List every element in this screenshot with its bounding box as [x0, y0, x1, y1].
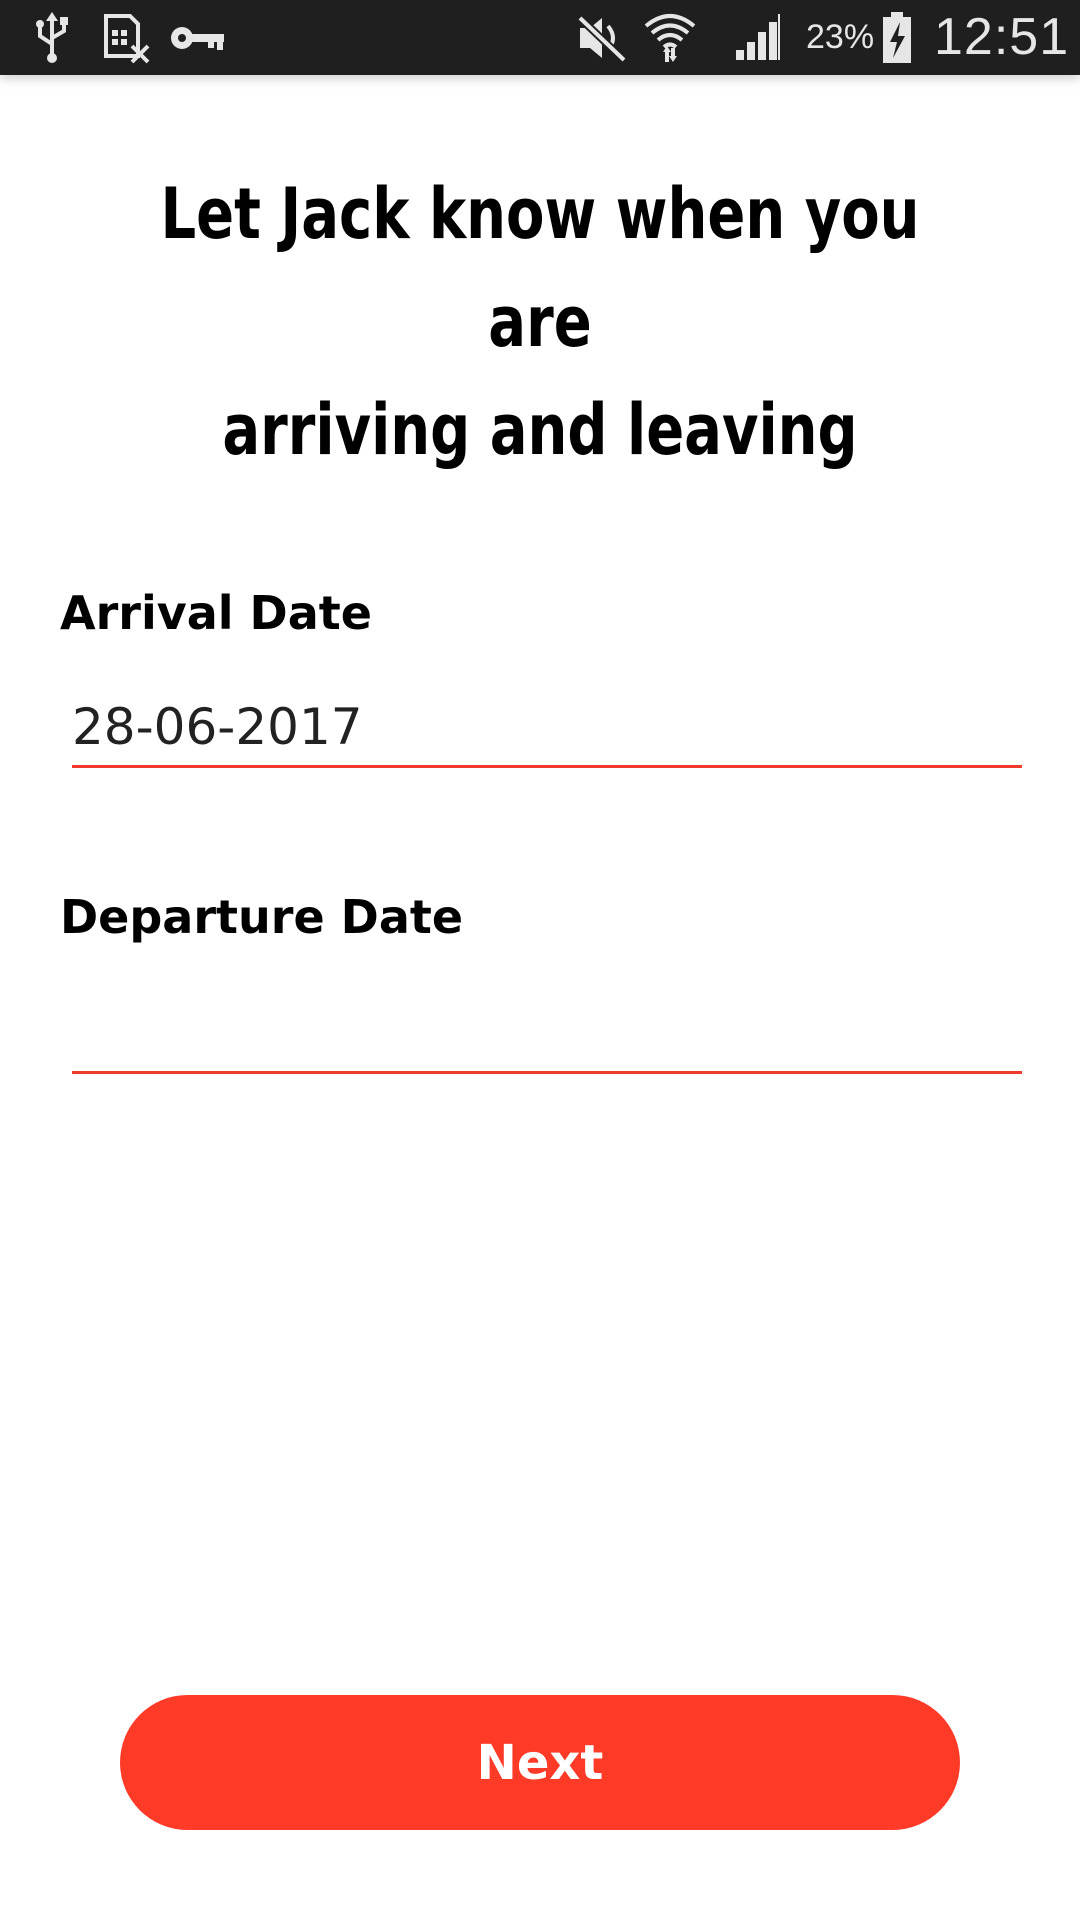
- arrival-date-label: Arrival Date: [60, 586, 372, 640]
- sim-card-off-icon: [104, 14, 150, 64]
- vpn-key-icon: [171, 27, 224, 50]
- departure-date-label: Departure Date: [60, 890, 464, 944]
- page-title-line-2: arriving and leaving: [222, 389, 858, 471]
- next-button[interactable]: Next: [120, 1695, 960, 1830]
- wifi-icon: [644, 14, 696, 62]
- status-bar: 23% 12:51: [0, 0, 1080, 75]
- battery-charging-icon: [883, 12, 911, 63]
- usb-icon: [36, 12, 68, 63]
- signal-icon: [736, 14, 780, 60]
- clock: 12:51: [934, 8, 1070, 66]
- page-title: Let Jack know when you are arriving and …: [156, 160, 924, 484]
- page-title-line-1: Let Jack know when you are: [160, 173, 920, 363]
- battery-percent: 23%: [806, 18, 875, 56]
- departure-date-input[interactable]: [72, 994, 1022, 1074]
- arrival-date-input[interactable]: [72, 688, 1022, 768]
- mute-icon: [577, 15, 627, 63]
